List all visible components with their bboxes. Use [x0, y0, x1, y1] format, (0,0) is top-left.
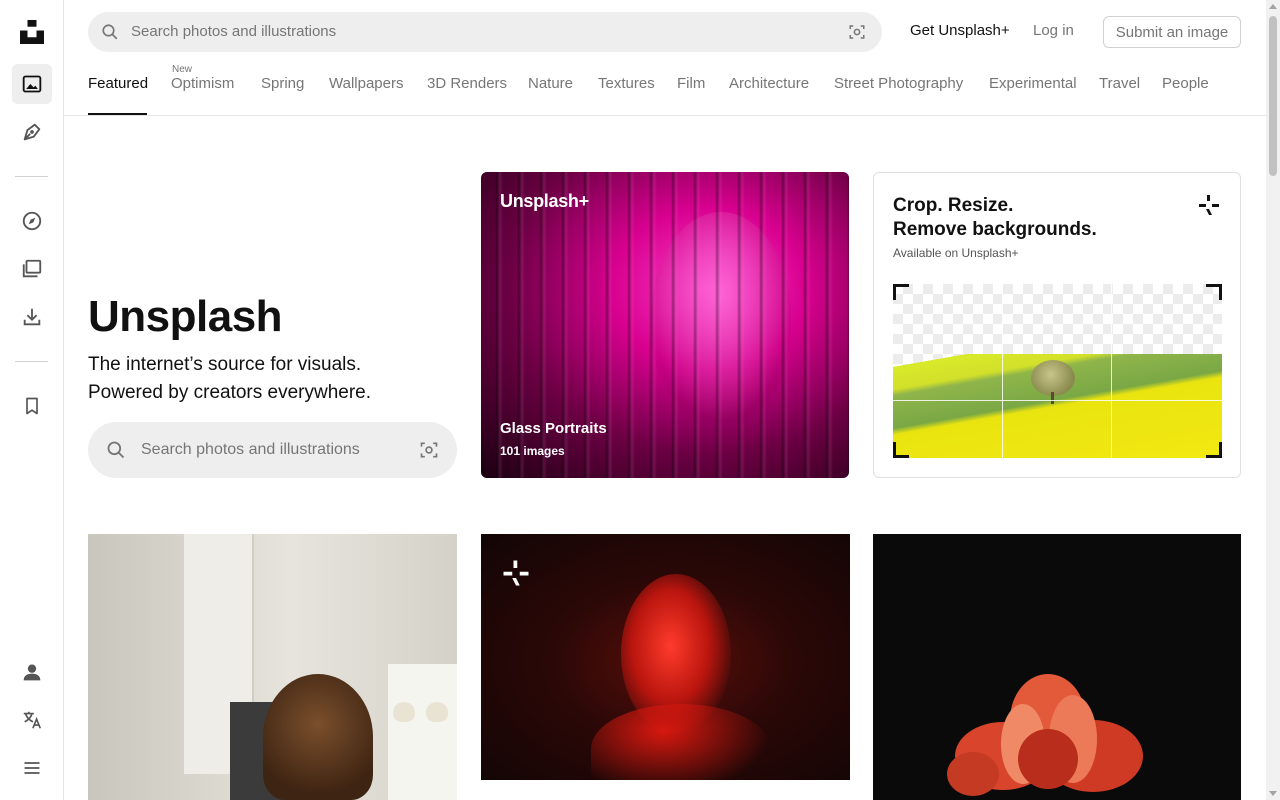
hero-subtitle: The internet’s source for visuals. Power… [88, 351, 371, 407]
crop-handle-bottom-right [1206, 442, 1222, 458]
crop-card-note: Available on Unsplash+ [893, 246, 1019, 260]
new-badge: New [172, 64, 193, 75]
tab-film[interactable]: Film [677, 75, 705, 92]
search-bar[interactable]: Search photos and illustrations [88, 12, 882, 52]
left-sidebar [0, 0, 64, 800]
tab-optimism[interactable]: Optimism [171, 75, 234, 92]
get-unsplash-plus-link[interactable]: Get Unsplash+ [910, 22, 1010, 39]
tab-people[interactable]: People [1162, 75, 1209, 92]
tab-architecture[interactable]: Architecture [729, 75, 809, 92]
crop-resize-card[interactable]: Crop. Resize. Remove backgrounds. Availa… [873, 172, 1241, 478]
unsplash-plus-brand: Unsplash+ [500, 191, 589, 211]
photo-woman-kitchen[interactable] [88, 534, 457, 800]
crop-handle-bottom-left [893, 442, 909, 458]
unsplash-logo-icon[interactable] [12, 12, 52, 52]
promo-image-count: 101 images [500, 444, 565, 458]
pendant-lamp [426, 702, 448, 722]
active-tab-indicator [88, 113, 147, 115]
tab-street-photography[interactable]: Street Photography [834, 75, 963, 92]
search-icon[interactable] [106, 440, 126, 465]
crop-card-title-line-1: Crop. Resize. [893, 195, 1014, 216]
download-icon[interactable] [12, 297, 52, 337]
photo-red-tulip[interactable] [873, 534, 1241, 800]
illustrations-icon[interactable] [12, 112, 52, 152]
hero-subtitle-line-2: Powered by creators everywhere. [88, 382, 372, 403]
login-link[interactable]: Log in [1033, 22, 1074, 39]
tab-nature[interactable]: Nature [528, 75, 573, 92]
unsplash-plus-icon [501, 558, 531, 593]
pendant-lamp [393, 702, 415, 722]
tab-textures[interactable]: Textures [598, 75, 655, 92]
bookmark-icon[interactable] [12, 386, 52, 426]
language-icon[interactable] [12, 700, 52, 740]
crop-grid-line [893, 400, 1222, 401]
tree-trunk [1051, 392, 1054, 404]
crop-card-title: Crop. Resize. Remove backgrounds. [893, 194, 1097, 242]
crop-handle-top-left [893, 284, 909, 300]
tab-featured[interactable]: Featured [88, 75, 148, 92]
explore-icon[interactable] [12, 201, 52, 241]
collections-icon[interactable] [12, 249, 52, 289]
account-icon[interactable] [12, 652, 52, 692]
tab-travel[interactable]: Travel [1099, 75, 1140, 92]
visual-search-icon[interactable] [848, 23, 866, 46]
hero-search-input[interactable]: Search photos and illustrations [141, 441, 360, 459]
glass-portraits-promo-card[interactable]: Unsplash+ Glass Portraits 101 images [481, 172, 849, 478]
promo-title: Glass Portraits [500, 420, 607, 437]
hero-subtitle-line-1: The internet’s source for visuals. [88, 354, 362, 375]
tree-image [1031, 360, 1075, 396]
scrollbar-thumb[interactable] [1269, 16, 1277, 176]
hero-title: Unsplash [88, 292, 283, 341]
tab-wallpapers[interactable]: Wallpapers [329, 75, 403, 92]
window [388, 664, 457, 800]
photos-icon[interactable] [12, 64, 52, 104]
crop-grid-line [1111, 284, 1112, 458]
tab-spring[interactable]: Spring [261, 75, 304, 92]
crop-card-title-line-2: Remove backgrounds. [893, 219, 1097, 240]
tab-3d-renders[interactable]: 3D Renders [427, 75, 507, 92]
photo-red-portrait[interactable] [481, 534, 850, 780]
tab-experimental[interactable]: Experimental [989, 75, 1077, 92]
visual-search-icon[interactable] [419, 440, 439, 465]
portrait-shoulders [591, 704, 771, 780]
woman-figure [263, 674, 373, 800]
unsplash-plus-icon [1197, 193, 1221, 222]
crop-preview-image [893, 284, 1222, 458]
submit-image-button[interactable]: Submit an image [1103, 16, 1241, 48]
menu-icon[interactable] [12, 748, 52, 788]
crop-handle-top-right [1206, 284, 1222, 300]
tulip-image [947, 674, 1143, 796]
scroll-up-icon[interactable] [1269, 4, 1277, 9]
top-header: Search photos and illustrations Get Unsp… [64, 0, 1266, 116]
search-icon[interactable] [101, 23, 119, 46]
scroll-down-icon[interactable] [1269, 791, 1277, 796]
hero-search-bar[interactable]: Search photos and illustrations [88, 422, 457, 478]
sidebar-divider [15, 176, 48, 177]
sidebar-divider [15, 361, 48, 362]
crop-grid-line [1002, 284, 1003, 458]
page-scrollbar[interactable] [1266, 0, 1280, 800]
search-input[interactable]: Search photos and illustrations [131, 23, 336, 40]
